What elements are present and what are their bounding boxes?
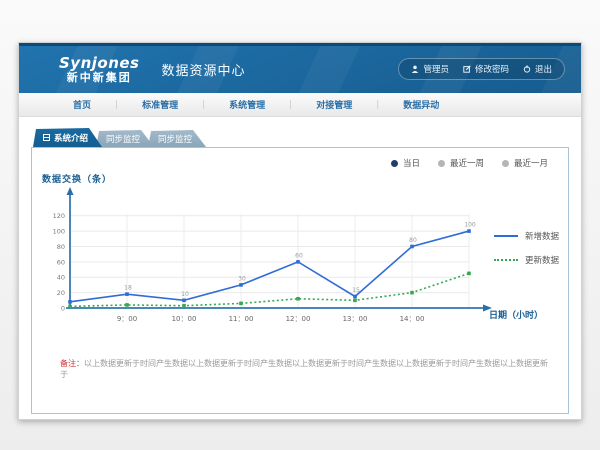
y-tick-label: 120 xyxy=(53,212,65,220)
data-point xyxy=(353,299,357,303)
x-tick-label: 14：00 xyxy=(400,315,425,323)
radio-label: 当日 xyxy=(403,157,420,169)
nav-item-4[interactable]: 数据异动 xyxy=(379,98,463,111)
data-point xyxy=(296,260,300,264)
radio-option-1[interactable]: 最近一周 xyxy=(438,157,484,169)
nav-item-1[interactable]: 标准管理 xyxy=(118,98,202,111)
data-point xyxy=(410,291,414,295)
legend-item: 新增数据 xyxy=(494,230,559,242)
nav-item-0[interactable]: 首页 xyxy=(49,98,115,111)
legend-item: 更新数据 xyxy=(494,254,559,266)
data-point xyxy=(467,272,471,276)
data-label: 18 xyxy=(124,285,132,292)
logo-chinese: 新中新集团 xyxy=(59,72,140,84)
main-navbar: 首页|标准管理|系统管理|对接管理|数据异动 xyxy=(19,93,581,117)
data-label: 80 xyxy=(409,237,417,244)
app-window: Synjones 新中新集团 数据资源中心 管理员 修改密码 xyxy=(18,42,582,420)
company-logo: Synjones 新中新集团 xyxy=(59,56,140,83)
y-tick-label: 40 xyxy=(57,274,65,282)
y-tick-label: 0 xyxy=(61,305,65,313)
x-tick-label: 11：00 xyxy=(229,315,254,323)
data-point xyxy=(353,295,357,299)
chart-x-axis-title: 日期（小时） xyxy=(489,308,543,321)
radio-label: 最近一月 xyxy=(514,157,548,169)
change-password-button[interactable]: 修改密码 xyxy=(463,63,509,75)
radio-option-0[interactable]: 当日 xyxy=(391,157,420,169)
footnote: 备注：以上数据更新于时间产生数据以上数据更新于时间产生数据以上数据更新于时间产生… xyxy=(60,358,548,380)
y-tick-label: 20 xyxy=(57,289,65,297)
logout-button[interactable]: 退出 xyxy=(523,63,552,75)
x-tick-label: 12：00 xyxy=(286,315,311,323)
data-label: 10 xyxy=(181,291,189,298)
power-icon xyxy=(523,65,531,73)
radio-label: 最近一周 xyxy=(450,157,484,169)
y-tick-label: 60 xyxy=(57,258,65,266)
page-title: 数据资源中心 xyxy=(162,60,246,79)
document-icon xyxy=(43,134,50,141)
data-point xyxy=(296,297,300,301)
data-point xyxy=(182,299,186,303)
logo-english: Synjones xyxy=(59,56,140,72)
radio-icon xyxy=(391,160,398,167)
user-icon xyxy=(411,65,419,73)
edit-icon xyxy=(463,65,471,73)
data-point xyxy=(125,303,129,307)
data-point xyxy=(239,283,243,287)
data-label: 30 xyxy=(238,275,246,282)
data-label: 15 xyxy=(352,287,360,294)
time-range-filter: 当日 最近一周 最近一月 xyxy=(391,157,548,169)
content-panel: 当日 最近一周 最近一月 数据交换（条） 0 20 40 60 80 100 120 9：00 10… xyxy=(31,147,569,414)
current-user-label: 管理员 xyxy=(423,63,449,75)
x-tick-label: 10：00 xyxy=(172,315,197,323)
tab-label: 同步监控 xyxy=(106,133,140,145)
line-chart: 0 20 40 60 80 100 120 9：00 10：00 11：00 12：00 13：00 1… xyxy=(40,186,498,338)
x-tick-label: 13：00 xyxy=(343,315,368,323)
tab-0[interactable]: 系统介绍 xyxy=(33,128,102,147)
legend-line-sample xyxy=(494,235,518,237)
y-tick-label: 100 xyxy=(53,228,65,236)
current-user-button[interactable]: 管理员 xyxy=(411,63,449,75)
legend-label: 更新数据 xyxy=(525,254,559,266)
data-label: 100 xyxy=(464,222,476,229)
data-point xyxy=(239,302,243,306)
data-point xyxy=(68,305,72,309)
y-tick-label: 80 xyxy=(57,243,65,251)
x-tick-label: 9：00 xyxy=(117,315,137,323)
data-point xyxy=(125,292,129,296)
tab-label: 同步监控 xyxy=(158,133,192,145)
tab-2[interactable]: 同步监控 xyxy=(148,130,206,147)
footnote-prefix: 备注： xyxy=(60,359,84,368)
radio-option-2[interactable]: 最近一月 xyxy=(502,157,548,169)
data-point xyxy=(68,300,72,304)
data-point xyxy=(410,245,414,249)
logout-label: 退出 xyxy=(535,63,552,75)
tab-1[interactable]: 同步监控 xyxy=(96,130,154,147)
change-password-label: 修改密码 xyxy=(475,63,509,75)
legend-line-sample xyxy=(494,259,518,261)
tab-label: 系统介绍 xyxy=(54,132,88,144)
desktop-background: Synjones 新中新集团 数据资源中心 管理员 修改密码 xyxy=(0,0,600,450)
tab-bar: 系统介绍 同步监控 同步监控 xyxy=(33,128,581,147)
chart-y-axis-title: 数据交换（条） xyxy=(42,172,112,185)
user-toolbar: 管理员 修改密码 退出 xyxy=(398,58,565,80)
legend-label: 新增数据 xyxy=(525,230,559,242)
chart-legend: 新增数据更新数据 xyxy=(494,230,559,266)
nav-item-3[interactable]: 对接管理 xyxy=(292,98,376,111)
radio-icon xyxy=(502,160,509,167)
data-point xyxy=(467,229,471,233)
y-axis-arrow xyxy=(67,187,74,195)
data-label: 60 xyxy=(295,252,303,259)
nav-item-2[interactable]: 系统管理 xyxy=(205,98,289,111)
data-point xyxy=(182,304,186,308)
footnote-text: 以上数据更新于时间产生数据以上数据更新于时间产生数据以上数据更新于时间产生数据以… xyxy=(60,359,548,379)
radio-icon xyxy=(438,160,445,167)
app-header: Synjones 新中新集团 数据资源中心 管理员 修改密码 xyxy=(19,43,581,93)
